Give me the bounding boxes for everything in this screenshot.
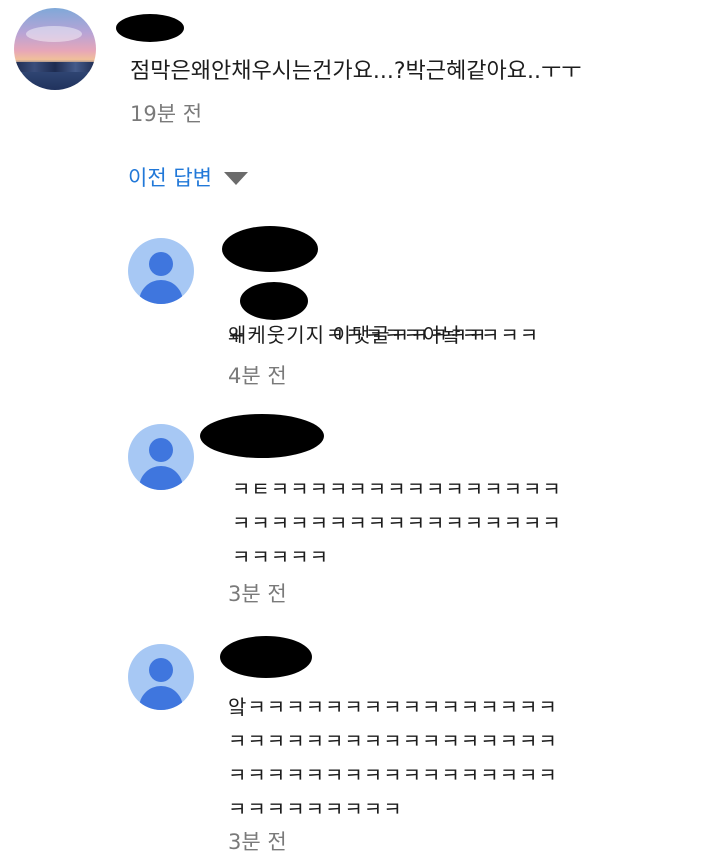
avatar-cityscape xyxy=(14,62,96,72)
reply-timestamp: 3분 전 xyxy=(228,582,287,606)
show-previous-replies-label: 이전 답변 xyxy=(128,166,212,190)
person-icon-body xyxy=(139,466,183,490)
person-icon-head xyxy=(149,438,173,462)
show-previous-replies-button[interactable]: 이전 답변 xyxy=(128,162,248,192)
chevron-down-icon xyxy=(223,171,248,185)
avatar-cloud xyxy=(26,26,82,42)
person-icon-body xyxy=(139,686,183,710)
redacted-username xyxy=(220,636,312,678)
person-icon-head xyxy=(149,252,173,276)
reply-text: 앜ㅋㅋㅋㅋㅋㅋㅋㅋㅋㅋㅋㅋㅋㅋㅋㅋ ㅋㅋㅋㅋㅋㅋㅋㅋㅋㅋㅋㅋㅋㅋㅋㅋㅋ ㅋㅋㅋㅋ… xyxy=(228,695,558,821)
reply-text: ㅋㅌㅋㅋㅋㅋㅋㅋㅋㅋㅋㅋㅋㅋㅋㅋㅋ ㅋㅋㅋㅋㅋㅋㅋㅋㅋㅋㅋㅋㅋㅋㅋㅋㅋ ㅋㅋㅋㅋ… xyxy=(232,477,562,569)
reply-text-line2: 왜케웃기지 이댓글ㅋㅋㅋㅋㅋ xyxy=(228,323,488,347)
redacted-mention xyxy=(240,282,308,320)
commenter-avatar[interactable] xyxy=(14,8,96,90)
redacted-username xyxy=(116,14,184,42)
reply-timestamp: 4분 전 xyxy=(228,364,287,388)
person-icon-head xyxy=(149,658,173,682)
reply-avatar[interactable] xyxy=(128,238,194,304)
reply-avatar[interactable] xyxy=(128,424,194,490)
top-comment-timestamp: 19분 전 xyxy=(130,102,203,126)
person-icon-body xyxy=(139,280,183,304)
reply-timestamp: 3분 전 xyxy=(228,830,287,854)
top-comment-text: 점막은왜안채우시는건가요...?박근혜같아요..ㅜㅜ xyxy=(130,59,582,84)
redacted-username xyxy=(200,414,324,458)
redacted-username xyxy=(222,226,318,272)
reply-avatar[interactable] xyxy=(128,644,194,710)
